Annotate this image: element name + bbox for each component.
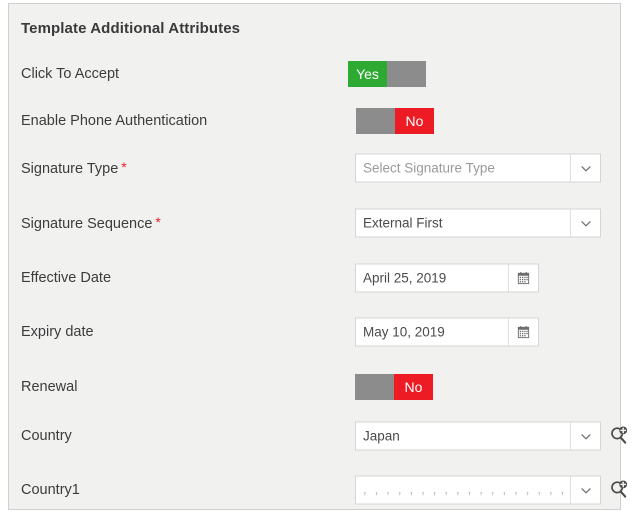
expiry-date-value[interactable]: May 10, 2019 xyxy=(356,319,508,346)
form-row-signature-sequence: Signature Sequence * External First xyxy=(9,200,622,246)
toggle-on-segment[interactable]: Yes xyxy=(348,61,387,87)
form-row-expiry-date: Expiry date May 10, 2019 xyxy=(9,309,622,355)
select-signature-type-value: Select Signature Type xyxy=(363,160,495,176)
form-row-country1: Country1 , , , , , , , , , , , , , , , ,… xyxy=(9,467,628,513)
chevron-down-icon[interactable] xyxy=(570,422,600,450)
select-signature-sequence[interactable]: External First xyxy=(355,208,601,238)
effective-date-value[interactable]: April 25, 2019 xyxy=(356,265,508,292)
label-signature-sequence: Signature Sequence * xyxy=(21,214,161,232)
required-asterisk: * xyxy=(155,214,161,230)
label-expiry-date: Expiry date xyxy=(21,324,94,340)
toggle-enable-phone-authentication[interactable]: No xyxy=(356,108,434,134)
form-row-effective-date: Effective Date April 25, 2019 xyxy=(9,255,622,301)
toggle-click-to-accept[interactable]: Yes xyxy=(348,61,426,87)
page-title: Template Additional Attributes xyxy=(21,20,241,37)
select-signature-sequence-value: External First xyxy=(363,215,443,231)
calendar-icon[interactable] xyxy=(508,264,538,292)
toggle-off-segment[interactable]: No xyxy=(395,108,434,134)
toggle-renewal[interactable]: No xyxy=(355,374,433,400)
date-field-expiry-date[interactable]: May 10, 2019 xyxy=(355,317,539,347)
label-renewal: Renewal xyxy=(21,379,78,395)
form-row-enable-phone-authentication: Enable Phone Authentication No xyxy=(9,98,622,144)
label-enable-phone-authentication: Enable Phone Authentication xyxy=(21,113,208,129)
label-click-to-accept: Click To Accept xyxy=(21,66,120,82)
lookup-add-icon[interactable] xyxy=(608,479,630,501)
select-country[interactable]: Japan xyxy=(355,421,601,451)
chevron-down-icon[interactable] xyxy=(570,476,600,504)
toggle-knob[interactable] xyxy=(387,61,426,87)
select-country1-value: , , , , , , , , , , , , , , , , , , , , … xyxy=(363,481,570,497)
label-signature-type: Signature Type * xyxy=(21,159,127,177)
form-row-renewal: Renewal No xyxy=(9,364,622,410)
toggle-knob[interactable] xyxy=(355,374,394,400)
chevron-down-icon[interactable] xyxy=(570,209,600,237)
template-additional-attributes-panel: Template Additional Attributes Click To … xyxy=(8,3,628,513)
form-row-click-to-accept: Click To Accept Yes xyxy=(9,51,622,97)
chevron-down-icon[interactable] xyxy=(570,154,600,182)
date-field-effective-date[interactable]: April 25, 2019 xyxy=(355,263,539,293)
toggle-off-segment[interactable]: No xyxy=(394,374,433,400)
lookup-add-icon[interactable] xyxy=(608,425,630,447)
toggle-knob[interactable] xyxy=(356,108,395,134)
form-row-country: Country Japan xyxy=(9,413,628,459)
calendar-icon[interactable] xyxy=(508,318,538,346)
required-asterisk: * xyxy=(121,159,127,175)
select-signature-type[interactable]: Select Signature Type xyxy=(355,153,601,183)
label-country: Country xyxy=(21,428,72,444)
select-country-value: Japan xyxy=(363,428,400,444)
form-row-signature-type: Signature Type * Select Signature Type xyxy=(9,145,622,191)
label-country1: Country1 xyxy=(21,482,80,498)
label-effective-date: Effective Date xyxy=(21,270,112,286)
select-country1[interactable]: , , , , , , , , , , , , , , , , , , , , … xyxy=(355,475,601,505)
